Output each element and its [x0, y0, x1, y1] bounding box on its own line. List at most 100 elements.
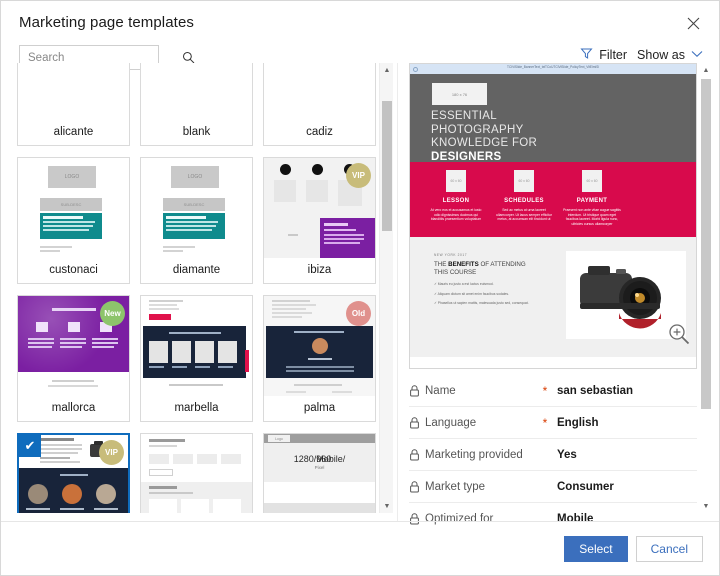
template-name: ibiza [264, 258, 375, 283]
filter-label: Filter [599, 48, 628, 62]
grid-scrollbar-thumb[interactable] [382, 101, 392, 231]
magnifier-plus-icon[interactable] [104, 512, 122, 513]
property-row-marketing-provided: Marketing provided Yes [409, 439, 697, 471]
scroll-up-icon[interactable]: ▲ [380, 63, 394, 77]
template-card-ibiza[interactable]: VIP ibiza [263, 157, 376, 284]
template-grid-row: New mallorca marbella Old palma [17, 295, 377, 422]
hero-headline: ESSENTIAL PHOTOGRAPHY KNOWLEDGE FOR DESI… [431, 110, 537, 164]
search-input[interactable] [20, 51, 182, 64]
chevron-down-icon [691, 50, 703, 61]
show-as-label: Show as [637, 48, 685, 62]
template-card-blank[interactable]: blank [140, 63, 253, 146]
required-marker: * [542, 415, 548, 430]
benefit-item: ✓ Aliquam dictum sit amet enim faucibus … [434, 291, 510, 296]
feature-column: 60 x 60 PAYMENT Praesent non ante vitae … [560, 170, 624, 226]
template-thumbnail [18, 63, 129, 122]
benefits-text: NEW YORK 2017 THE BENEFITS OF ATTENDING … [434, 253, 534, 306]
template-grid-row: alicante blank cadiz [17, 63, 377, 146]
page-title: Marketing page templates [19, 14, 194, 31]
template-thumbnail: LOGO SUB-DESC [18, 158, 129, 260]
template-card-san-sebastian[interactable]: ✔ VIPsan sebastian [17, 433, 130, 513]
preview-url: TCIViSlide_BannerText_txtTCoUTCIViSlide_… [507, 65, 599, 69]
preview-browser-bar: TCIViSlide_BannerText_txtTCoUTCIViSlide_… [410, 64, 696, 74]
template-thumbnail: Logo 1280/960 Mobile/ Pixel [264, 434, 375, 513]
property-label-text: Marketing provided [425, 448, 523, 461]
feature-image-placeholder: 60 x 60 [514, 170, 534, 192]
template-card-sitges[interactable]: sitges [140, 433, 253, 513]
template-card-palma[interactable]: Old palma [263, 295, 376, 422]
preview-benefits-section: NEW YORK 2017 THE BENEFITS OF ATTENDING … [410, 237, 696, 357]
template-card-diamante[interactable]: LOGO SUB-DESC diamante [140, 157, 253, 284]
feature-image-placeholder: 60 x 60 [446, 170, 466, 192]
preview-scrollbar-thumb[interactable] [701, 79, 711, 409]
funnel-icon [580, 47, 593, 63]
benefits-heading: THE BENEFITS OF ATTENDING THIS COURSE [434, 261, 534, 277]
feature-body: Sed ac metus at urna laoreet ullamcorper… [496, 208, 552, 222]
preview-feature-band: 60 x 60 LESSON At vero eos et accusamus … [410, 162, 696, 237]
dialog-footer: Select Cancel [1, 521, 719, 575]
template-thumbnail [264, 63, 375, 122]
template-card-mallorca[interactable]: New mallorca [17, 295, 130, 422]
benefits-heading-bold: BENEFITS [448, 261, 479, 268]
template-thumbnail [141, 63, 252, 122]
template-badge: Old [346, 301, 371, 326]
template-card-marbella[interactable]: marbella [140, 295, 253, 422]
property-label: Market type [409, 481, 537, 493]
template-card-alicante[interactable]: alicante [17, 63, 130, 146]
feature-body: Praesent non ante vitae augue sagittis i… [563, 208, 621, 226]
property-label-text: Name [425, 384, 456, 397]
template-name: palma [264, 396, 375, 421]
close-icon[interactable] [677, 9, 709, 37]
template-grid: alicante blank cadiz LOGO SUB-DESC custon… [17, 63, 377, 513]
template-thumbnail [141, 296, 252, 398]
template-grid-row: ✔ VIPsan sebastian [17, 433, 377, 513]
filter-button[interactable]: Filter [580, 47, 627, 63]
property-value: English [557, 416, 599, 429]
show-as-button[interactable]: Show as [637, 48, 703, 62]
feature-body: At vero eos et accusamus et iusto odio d… [430, 208, 482, 222]
grid-scrollbar[interactable]: ▲ ▼ [379, 63, 393, 513]
check-icon: ✔ [19, 435, 41, 457]
property-label: Marketing provided [409, 449, 537, 461]
template-grid-pane: alicante blank cadiz LOGO SUB-DESC custon… [17, 63, 393, 513]
feature-title: SCHEDULES [504, 198, 544, 204]
lock-icon [409, 384, 420, 397]
scroll-up-icon[interactable]: ▲ [699, 63, 713, 77]
browser-dot-icon [413, 66, 418, 72]
template-preview: TCIViSlide_BannerText_txtTCoUTCIViSlide_… [409, 63, 697, 369]
scroll-down-icon[interactable]: ▼ [699, 499, 713, 513]
feature-column: 60 x 60 LESSON At vero eos et accusamus … [424, 170, 488, 222]
property-label-text: Market type [425, 480, 486, 493]
property-value: san sebastian [557, 384, 634, 397]
template-card-cadiz[interactable]: cadiz [263, 63, 376, 146]
preview-hero: 180 x 76 ESSENTIAL PHOTOGRAPHY KNOWLEDGE… [410, 74, 696, 164]
template-thumbnail: LOGO SUB-DESC [141, 158, 252, 260]
template-thumbnail [141, 434, 252, 513]
select-button[interactable]: Select [564, 535, 628, 562]
benefit-item: ✓ Phasellus ut sapien mattis, malesuada … [434, 301, 529, 306]
template-name: blank [141, 120, 252, 145]
hero-line-1: ESSENTIAL [431, 110, 497, 122]
feature-title: PAYMENT [576, 198, 608, 204]
scroll-down-icon[interactable]: ▼ [380, 499, 394, 513]
template-card-custonaci[interactable]: LOGO SUB-DESC custonaci [17, 157, 130, 284]
lock-icon [409, 416, 420, 429]
template-badge: New [100, 301, 125, 326]
template-card-struct-1[interactable]: Logo 1280/960Mobile/ Pixel struct-1 [263, 433, 376, 513]
template-grid-row: LOGO SUB-DESC custonaci LOGO SUB-DESC di… [17, 157, 377, 284]
preview-scrollbar[interactable]: ▲ ▼ [699, 63, 713, 513]
property-label: Name [409, 385, 537, 397]
toolbar-right: Filter Show as [580, 47, 703, 63]
property-row-language: Language * English [409, 407, 697, 439]
cancel-button[interactable]: Cancel [635, 535, 703, 562]
property-row-market-type: Market type Consumer [409, 471, 697, 503]
magnifier-plus-icon[interactable] [668, 323, 690, 345]
template-name: diamante [141, 258, 252, 283]
required-marker: * [542, 383, 548, 398]
template-properties: Name * san sebastian Language * English … [409, 375, 697, 525]
property-label: Language [409, 417, 537, 429]
preview-pane: TCIViSlide_BannerText_txtTCoUTCIViSlide_… [401, 63, 713, 525]
hero-line-bold: DESIGNERS [431, 150, 502, 163]
property-value: Consumer [557, 480, 614, 493]
property-value: Yes [557, 448, 577, 461]
